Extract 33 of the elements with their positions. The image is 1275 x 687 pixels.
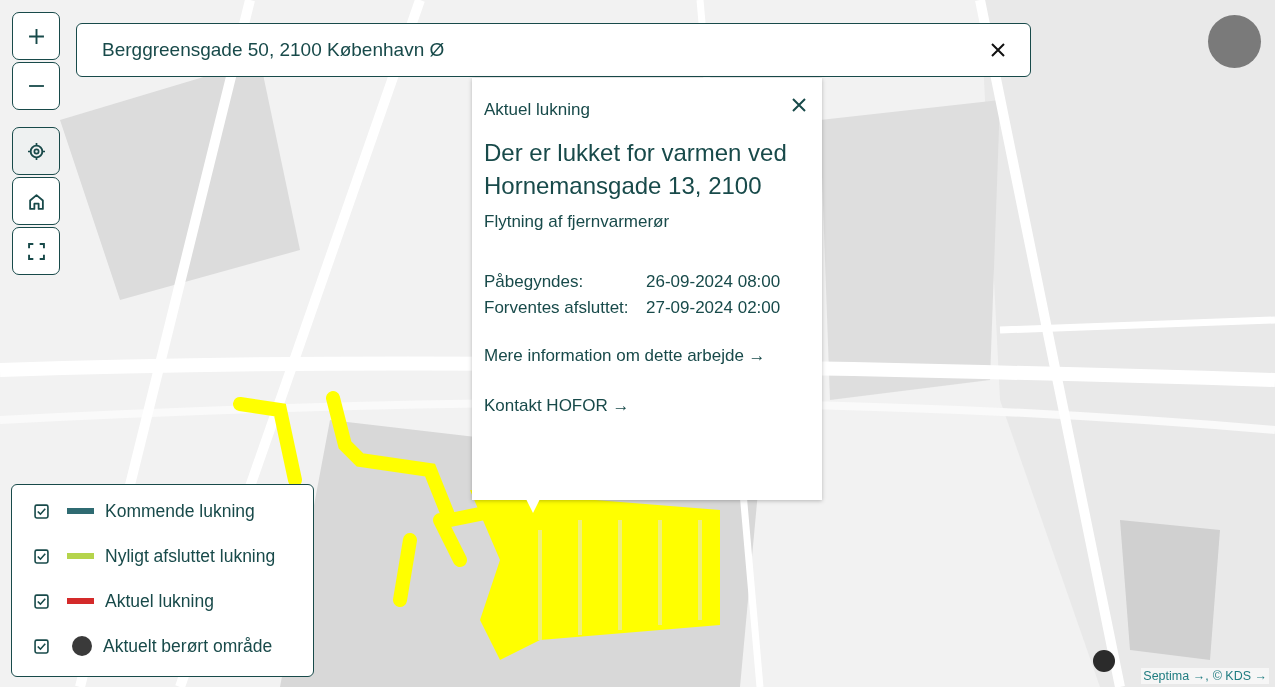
legend-label: Aktuelt berørt område <box>103 635 273 657</box>
popup-link[interactable]: Mere information om dette arbejde → <box>484 346 810 366</box>
map-control-button[interactable] <box>12 62 60 110</box>
separator-text: , <box>1205 669 1209 683</box>
fullscreen-icon <box>27 242 45 260</box>
home-icon <box>27 192 45 210</box>
popup-title: Der er lukket for varmen ved Hornemansgade 13, 2100 <box>484 138 788 201</box>
popup-link[interactable]: Kontakt HOFOR → <box>484 396 810 416</box>
map-control-button[interactable] <box>12 227 60 275</box>
map-control-button[interactable] <box>12 127 60 175</box>
popup-subtitle: Flytning af fjernvarmerør <box>484 212 671 232</box>
detail-value: 26-09-2024 08:00 <box>646 271 782 293</box>
locate-icon <box>27 142 45 160</box>
close-button[interactable] <box>790 96 808 114</box>
detail-label: Påbegyndes: <box>484 271 585 293</box>
checkbox[interactable] <box>34 593 49 609</box>
legend-label: Kommende lukning <box>105 500 255 522</box>
close-icon <box>991 43 1005 57</box>
popup-category: Aktuel lukning <box>484 100 590 120</box>
search-field[interactable]: Berggreensgade 50, 2100 København Ø <box>76 23 1031 77</box>
checkbox[interactable] <box>34 638 49 654</box>
map-control-button[interactable] <box>12 12 60 60</box>
zoom-in-icon <box>27 27 45 45</box>
checkbox[interactable] <box>34 548 49 564</box>
checkbox[interactable] <box>34 503 49 519</box>
map-control-button[interactable] <box>12 177 60 225</box>
attribution-link[interactable]: Septima → <box>1143 669 1206 683</box>
attribution-link[interactable]: © KDS → <box>1212 669 1267 683</box>
close-icon <box>792 98 806 112</box>
legend-label: Aktuel lukning <box>105 590 214 612</box>
detail-value: 27-09-2024 02:00 <box>646 297 782 319</box>
legend-label: Nyligt afsluttet lukning <box>105 545 276 567</box>
detail-label: Forventes afsluttet: <box>484 297 630 319</box>
